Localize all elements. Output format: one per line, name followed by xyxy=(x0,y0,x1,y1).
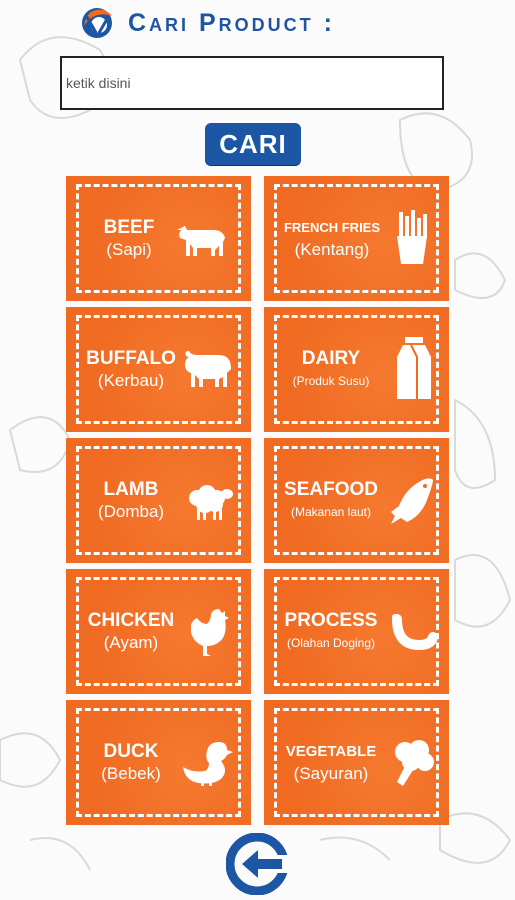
tile-name: PROCESS xyxy=(284,609,378,631)
category-tile-dairy[interactable]: DAIRY (Produk Susu) xyxy=(264,307,449,432)
tile-subtitle: (Makanan laut) xyxy=(290,504,372,519)
category-tile-lamb[interactable]: LAMB (Domba) xyxy=(66,438,251,563)
tile-name: DUCK xyxy=(103,740,159,762)
category-tile-buffalo[interactable]: BUFFALO (Kerbau) xyxy=(66,307,251,432)
category-tile-process[interactable]: PROCESS (Olahan Doging) xyxy=(264,569,449,694)
header: Cari Product : xyxy=(78,4,335,42)
tile-subtitle: (Kerbau) xyxy=(97,370,165,390)
category-tile-vegetable[interactable]: VEGETABLE (Sayuran) xyxy=(264,700,449,825)
category-tile-chicken[interactable]: CHICKEN (Ayam) xyxy=(66,569,251,694)
tile-subtitle: (Bebek) xyxy=(101,763,161,783)
category-tile-beef[interactable]: BEEF (Sapi) xyxy=(66,176,251,301)
back-arrow-icon[interactable] xyxy=(226,833,288,895)
search-input[interactable] xyxy=(60,56,444,110)
category-tile-seafood[interactable]: SEAFOOD (Makanan laut) xyxy=(264,438,449,563)
tile-name: VEGETABLE xyxy=(285,742,377,760)
tile-subtitle: (Ayam) xyxy=(103,632,159,652)
tile-name: FRENCH FRIES xyxy=(283,219,381,235)
tile-name: DAIRY xyxy=(301,347,361,369)
search-button[interactable]: CARI xyxy=(205,123,301,165)
tile-subtitle: (Kentang) xyxy=(294,239,370,259)
milk-carton-icon xyxy=(397,337,431,399)
tile-name: BUFFALO xyxy=(86,347,176,369)
tile-subtitle: (Produk Susu) xyxy=(292,373,370,388)
duck-icon xyxy=(183,742,233,786)
category-tile-french-fries[interactable]: FRENCH FRIES (Kentang) xyxy=(264,176,449,301)
tile-subtitle: (Domba) xyxy=(97,501,165,521)
tile-subtitle: (Sapi) xyxy=(106,239,152,259)
cow-icon xyxy=(177,226,225,256)
tile-name: CHICKEN xyxy=(87,609,175,631)
tile-name: LAMB xyxy=(103,478,159,500)
fork-spoon-logo-icon xyxy=(82,8,112,38)
sheep-icon xyxy=(189,485,233,520)
buffalo-icon xyxy=(185,351,231,387)
broccoli-icon xyxy=(395,740,434,786)
tile-name: BEEF xyxy=(103,216,155,238)
tile-subtitle: (Sayuran) xyxy=(293,763,369,783)
tile-name: SEAFOOD xyxy=(284,478,378,500)
tile-subtitle: (Olahan Doging) xyxy=(286,635,376,650)
sausage-icon xyxy=(392,614,438,651)
fish-icon xyxy=(391,478,433,524)
category-tile-duck[interactable]: DUCK (Bebek) xyxy=(66,700,251,825)
fries-icon xyxy=(397,210,427,264)
chicken-icon xyxy=(191,609,229,656)
page-title: Cari Product : xyxy=(128,8,335,37)
